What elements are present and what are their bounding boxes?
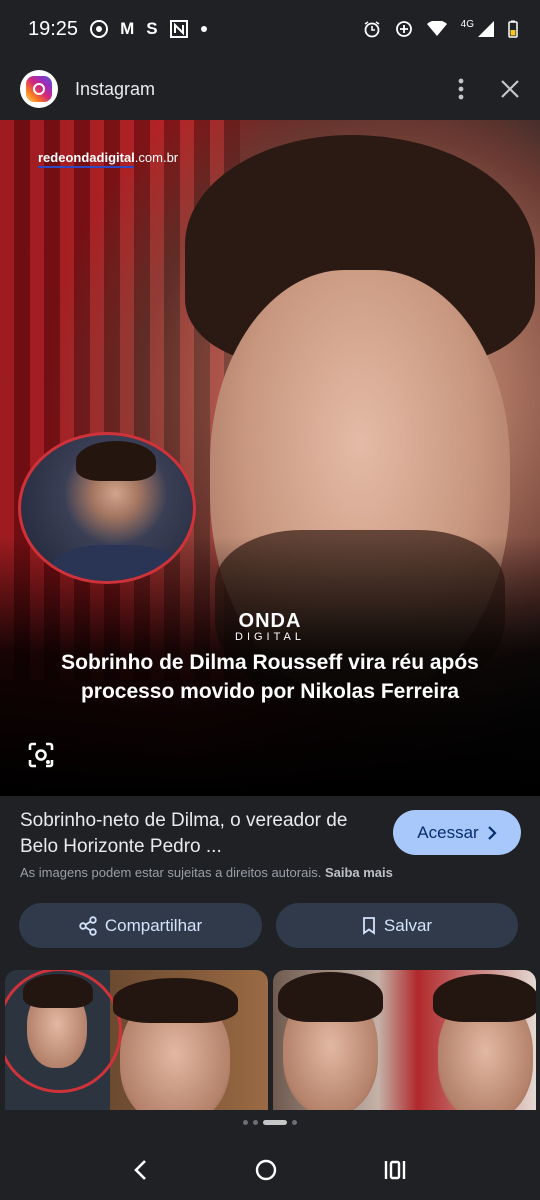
chrome-icon bbox=[90, 20, 109, 38]
save-button-label: Salvar bbox=[383, 915, 433, 935]
signal-icon bbox=[478, 21, 494, 37]
home-icon[interactable] bbox=[254, 1158, 278, 1182]
source-title[interactable]: Instagram bbox=[75, 79, 155, 100]
share-icon bbox=[79, 915, 97, 936]
close-icon[interactable] bbox=[500, 79, 520, 99]
access-button-label: Acessar bbox=[417, 822, 479, 842]
image-watermark: redeondadigital.com.br bbox=[38, 150, 179, 165]
status-bar: 19:25 M S 4G bbox=[0, 0, 540, 58]
wifi-icon bbox=[426, 21, 447, 36]
status-time: 19:25 bbox=[28, 17, 79, 40]
share-button[interactable]: Compartilhar bbox=[19, 903, 262, 948]
battery-icon bbox=[508, 20, 518, 38]
image-brand-logo: ONDA DIGITAL bbox=[235, 610, 305, 643]
image-headline: Sobrinho de Dilma Rousseff vira réu após… bbox=[61, 651, 479, 703]
related-image-1[interactable] bbox=[5, 970, 268, 1110]
copyright-notice: As imagens podem estar sujeitas a direit… bbox=[20, 865, 393, 880]
more-vert-icon[interactable] bbox=[458, 78, 464, 100]
save-button[interactable]: Salvar bbox=[276, 903, 518, 948]
bookmark-icon bbox=[363, 916, 375, 935]
related-image-2[interactable] bbox=[273, 970, 536, 1110]
network-type: 4G bbox=[460, 18, 474, 30]
inset-photo bbox=[18, 432, 196, 584]
instagram-logo bbox=[20, 70, 58, 108]
chevron-right-icon bbox=[487, 825, 497, 840]
back-icon[interactable] bbox=[133, 1159, 149, 1181]
share-button-label: Compartilhar bbox=[104, 915, 203, 935]
navigation-bar bbox=[0, 1140, 540, 1200]
recents-icon[interactable] bbox=[383, 1159, 407, 1181]
gmail-icon: M bbox=[120, 19, 135, 38]
alarm-icon bbox=[364, 21, 380, 38]
lens-icon[interactable] bbox=[26, 740, 56, 770]
access-button[interactable]: Acessar bbox=[393, 810, 521, 855]
page-indicator bbox=[0, 1120, 540, 1125]
source-header: Instagram bbox=[0, 58, 540, 120]
s-app-icon: S bbox=[146, 19, 158, 38]
news-app-icon bbox=[169, 20, 188, 38]
result-caption[interactable]: Sobrinho-neto de Dilma, o vereador de Be… bbox=[20, 808, 380, 860]
status-system-icons: 4G bbox=[363, 18, 518, 38]
status-notification-icons: M S bbox=[90, 19, 208, 39]
learn-more-link[interactable]: Saiba mais bbox=[325, 865, 393, 880]
data-saver-icon bbox=[395, 21, 412, 37]
main-image[interactable]: redeondadigital.com.br ONDA DIGITAL Sobr… bbox=[0, 120, 540, 796]
dot-icon bbox=[200, 26, 207, 32]
